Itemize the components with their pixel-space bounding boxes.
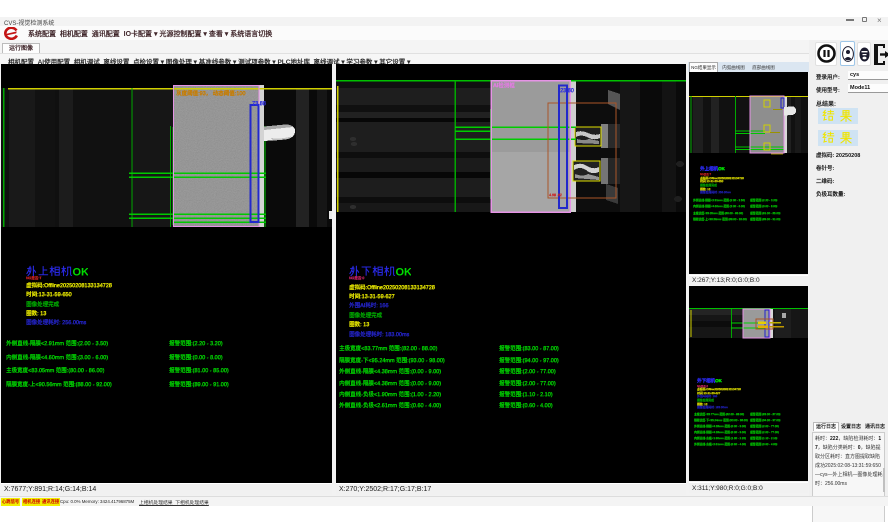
svg-text:OK: OK xyxy=(73,267,89,277)
svg-text:OK: OK xyxy=(396,267,412,277)
